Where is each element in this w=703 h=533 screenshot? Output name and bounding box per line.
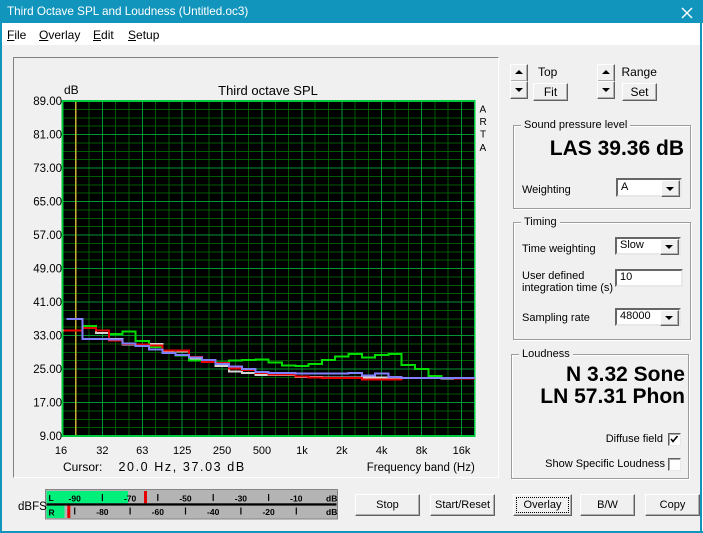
svg-text:4k: 4k	[376, 445, 388, 457]
svg-text:-70: -70	[123, 494, 136, 504]
svg-text:-20: -20	[262, 507, 275, 517]
svg-text:R: R	[480, 117, 487, 128]
svg-text:20.0 Hz, 37.03 dB: 20.0 Hz, 37.03 dB	[119, 460, 246, 474]
svg-text:32: 32	[96, 445, 108, 457]
svg-text:500: 500	[253, 445, 271, 457]
svg-text:57.00: 57.00	[33, 230, 62, 242]
svg-text:-30: -30	[234, 494, 247, 504]
svg-text:Cursor:: Cursor:	[63, 460, 102, 474]
svg-text:63: 63	[136, 445, 148, 457]
svg-text:125: 125	[173, 445, 191, 457]
svg-text:73.00: 73.00	[33, 163, 62, 175]
svg-text:dB: dB	[326, 507, 337, 517]
svg-text:dB: dB	[64, 83, 79, 97]
svg-text:16: 16	[55, 445, 67, 457]
svg-text:49.00: 49.00	[33, 264, 62, 276]
svg-text:A: A	[480, 105, 487, 116]
svg-text:16k: 16k	[453, 445, 471, 457]
svg-text:-40: -40	[207, 507, 220, 517]
svg-text:33.00: 33.00	[33, 331, 62, 343]
svg-text:1k: 1k	[296, 445, 308, 457]
svg-text:2k: 2k	[336, 445, 348, 457]
svg-text:R: R	[48, 508, 54, 518]
svg-text:Frequency band (Hz): Frequency band (Hz)	[367, 462, 475, 474]
svg-text:dB: dB	[326, 494, 337, 504]
svg-text:-10: -10	[290, 494, 303, 504]
svg-text:17.00: 17.00	[33, 398, 62, 410]
svg-text:-80: -80	[96, 507, 109, 517]
svg-text:81.00: 81.00	[33, 130, 62, 142]
svg-text:Third octave SPL: Third octave SPL	[218, 83, 318, 98]
svg-text:L: L	[48, 493, 53, 503]
svg-text:25.00: 25.00	[33, 364, 62, 376]
svg-text:65.00: 65.00	[33, 197, 62, 209]
svg-text:9.00: 9.00	[40, 431, 62, 443]
svg-text:A: A	[480, 143, 487, 154]
svg-text:-50: -50	[179, 494, 192, 504]
svg-text:-90: -90	[68, 494, 81, 504]
svg-text:8k: 8k	[416, 445, 428, 457]
svg-text:41.00: 41.00	[33, 297, 62, 309]
svg-text:T: T	[480, 130, 486, 141]
svg-text:89.00: 89.00	[33, 96, 62, 108]
svg-text:-60: -60	[151, 507, 164, 517]
svg-text:250: 250	[213, 445, 231, 457]
